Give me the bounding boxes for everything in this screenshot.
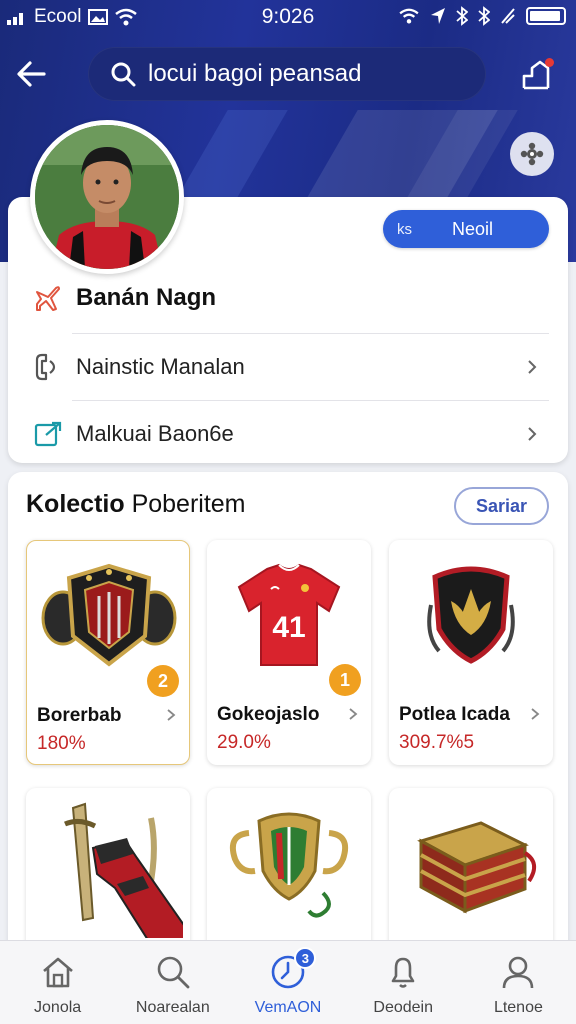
chevron-right-icon [528, 360, 537, 374]
profile-icon [503, 956, 534, 989]
collection-title-bold: Kolectio [26, 490, 125, 518]
wifi-icon [399, 8, 419, 24]
item-card[interactable]: 41 1 Gokeojaslo 29.0% [207, 540, 371, 765]
follow-button[interactable]: ks Neoil [383, 210, 549, 248]
search-placeholder: locui bagoi peansad [148, 60, 362, 87]
treasure-chest-icon [417, 821, 537, 914]
item-price: 180% [37, 733, 86, 754]
menu-item-label: Malkuai Baon6e [76, 421, 234, 446]
status-right-icons [398, 6, 566, 26]
charging-icon [501, 8, 515, 24]
nav-label: Noarealan [135, 999, 210, 1016]
share-button[interactable] [518, 56, 554, 92]
item-image [26, 788, 190, 938]
profile-name-row: Banán Nagn [34, 284, 216, 312]
item-card[interactable]: 2 Borerbab 180% [26, 540, 190, 765]
divider [72, 400, 549, 401]
item-price: 309.7%5 [399, 732, 475, 753]
collection-title: Kolectio Poberitem [26, 490, 246, 519]
battery-icon [526, 7, 566, 25]
phone-icon [35, 353, 56, 381]
gear-icon [520, 142, 544, 166]
follow-prefix: ks [397, 220, 412, 238]
menu-item-1[interactable]: Nainstic Manalan [34, 335, 550, 399]
item-name: Gokeojaslo [217, 704, 320, 725]
item-image [207, 788, 371, 938]
nav-label: Deodein [373, 999, 434, 1016]
status-bar: Ecool 9:026 [0, 0, 576, 34]
settings-button[interactable] [510, 132, 554, 176]
arrow-left-icon [17, 61, 46, 87]
location-icon [431, 8, 445, 24]
home-icon [42, 957, 73, 988]
nav-item-home[interactable]: Jonola [0, 941, 115, 1024]
chevron-right-icon [528, 427, 537, 441]
profile-name: Banán Nagn [76, 284, 217, 311]
item-image [389, 788, 553, 938]
search-icon [157, 956, 190, 989]
nav-badge: 3 [294, 947, 317, 969]
bluetooth-icon [478, 6, 490, 26]
nav-item-notifications[interactable]: Deodein [346, 941, 461, 1024]
plane-icon [36, 286, 60, 311]
avatar [30, 120, 184, 274]
see-all-button[interactable]: Sariar [454, 487, 549, 525]
item-image [389, 540, 553, 690]
divider [72, 333, 549, 334]
chevron-right-icon [167, 709, 176, 721]
nav-label: VemAON [254, 999, 322, 1016]
nav-item-search[interactable]: Noarealan [115, 941, 230, 1024]
follow-label: Neoil [452, 218, 494, 239]
item-price: 29.0% [217, 732, 271, 753]
jersey-number: 41 [272, 611, 305, 644]
menu-item-2[interactable]: Malkuai Baon6e [34, 402, 550, 466]
chevron-right-icon [531, 708, 540, 720]
shoulder-armor-icon [41, 563, 177, 667]
item-name: Borerbab [37, 705, 122, 726]
menu-item-label: Nainstic Manalan [76, 354, 245, 379]
red-jersey-icon: 41 [237, 563, 341, 666]
item-badge: 1 [329, 664, 361, 696]
crest-shield-icon [427, 566, 515, 664]
bluetooth-icon [456, 6, 468, 26]
item-badge: 2 [147, 665, 179, 697]
trophy-shield-icon [229, 812, 349, 918]
gauntlet-sword-icon [64, 802, 183, 938]
item-name: Potlea Icada [399, 704, 510, 725]
chevron-right-icon [349, 708, 358, 720]
edit-box-icon [34, 421, 62, 447]
player-photo-icon [35, 125, 179, 269]
notification-dot [545, 58, 554, 67]
nav-label: Ltenoe [493, 999, 543, 1016]
bottom-nav: Jonola Noarealan 3 VemAON Deodein Ltenoe [0, 940, 576, 1024]
nav-item-profile[interactable]: Ltenoe [461, 941, 576, 1024]
bell-icon [391, 957, 415, 988]
search-input[interactable]: locui bagoi peansad [88, 47, 486, 101]
back-button[interactable] [14, 56, 50, 92]
item-card[interactable]: Potlea Icada 309.7%5 [389, 540, 553, 765]
collection-title-rest: Poberitem [124, 490, 246, 518]
nav-item-activity[interactable]: 3 VemAON [230, 941, 345, 1024]
search-icon [111, 62, 136, 87]
nav-label: Jonola [34, 999, 82, 1016]
